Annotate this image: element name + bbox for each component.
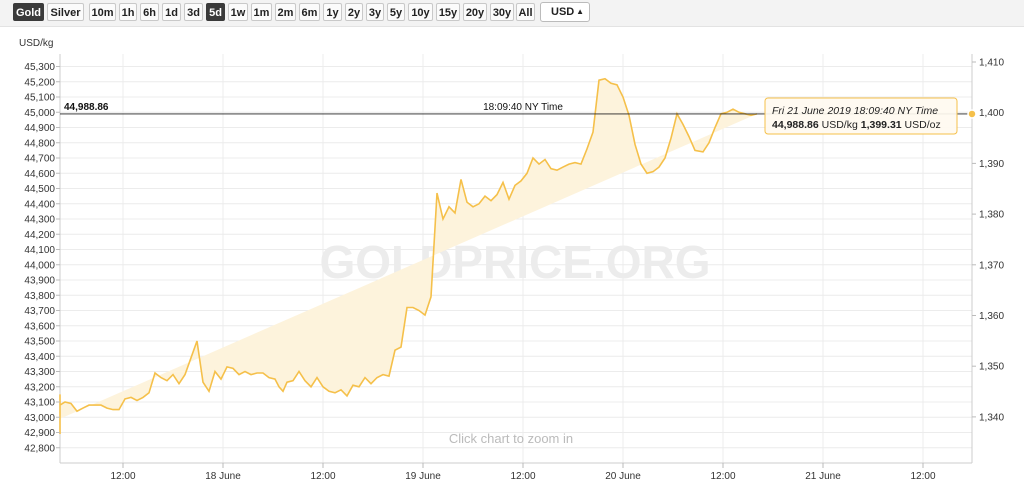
y-axis-right: 1,410 1,400 1,390 1,380 1,370 1,360 1,350 1,340 — [972, 58, 1004, 423]
y-tick-label-left: 43,600 — [24, 321, 55, 332]
tooltip-oz-unit: USD/oz — [905, 119, 941, 131]
y-tick-label-left: 44,500 — [24, 184, 55, 195]
tooltip: Fri 21 June 2019 18:09:40 NY Time 44,988… — [764, 97, 958, 135]
zoom-hint: Click chart to zoom in — [449, 431, 573, 446]
x-tick-label: 12:00 — [110, 471, 135, 482]
tooltip-values: 44,988.86 USD/kg 1,399.31 USD/oz — [772, 119, 941, 131]
gold-price-chart[interactable]: USD/kg GOLDPRICE.ORG 45,30045,20045,1004… — [0, 26, 1024, 503]
y-tick-label-right: 1,380 — [979, 210, 1004, 221]
y-tick-label-left: 43,200 — [24, 382, 55, 393]
tooltip-kg-value: 44,988.86 — [772, 119, 819, 131]
range-1d-button[interactable]: 1d — [162, 3, 181, 21]
x-tick-label: 12:00 — [710, 471, 735, 482]
metal-silver-button[interactable]: Silver — [47, 3, 84, 21]
y-tick-label-right: 1,410 — [979, 58, 1004, 69]
y-tick-label-right: 1,400 — [979, 108, 1004, 119]
y-tick-label-left: 43,500 — [24, 337, 55, 348]
y-tick-label-left: 44,000 — [24, 260, 55, 271]
range-10y-button[interactable]: 10y — [408, 3, 433, 21]
y-tick-label-left: 44,700 — [24, 154, 55, 165]
y-tick-label-right: 1,390 — [979, 159, 1004, 170]
updown-caret-icon: ▲ — [576, 7, 584, 16]
y-tick-label-right: 1,360 — [979, 311, 1004, 322]
y-tick-label-left: 45,200 — [24, 77, 55, 88]
range-30y-button[interactable]: 30y — [490, 3, 514, 21]
range-5d-button[interactable]: 5d — [206, 3, 225, 21]
y-tick-label-left: 44,800 — [24, 138, 55, 149]
y-tick-label-left: 42,900 — [24, 428, 55, 439]
crosshair-time-label: 18:09:40 NY Time — [483, 102, 563, 113]
metal-gold-button[interactable]: Gold — [13, 3, 44, 21]
range-20y-button[interactable]: 20y — [463, 3, 487, 21]
range-15y-button[interactable]: 15y — [436, 3, 460, 21]
range-3y-button[interactable]: 3y — [366, 3, 384, 21]
y-tick-label-right: 1,340 — [979, 412, 1004, 423]
range-1y-button[interactable]: 1y — [323, 3, 342, 21]
y-tick-label-left: 43,800 — [24, 291, 55, 302]
crosshair-value-label: 44,988.86 — [64, 102, 109, 113]
y-tick-label-left: 43,300 — [24, 367, 55, 378]
range-1w-button[interactable]: 1w — [228, 3, 248, 21]
y-tick-label-left: 44,600 — [24, 169, 55, 180]
toolbar: Gold Silver 10m 1h 6h 1d 3d 5d 1w 1m 2m … — [0, 0, 1024, 27]
tooltip-oz-value: 1,399.31 — [861, 119, 902, 131]
y-tick-label-left: 45,300 — [24, 62, 55, 73]
range-2y-button[interactable]: 2y — [345, 3, 363, 21]
range-all-button[interactable]: All — [516, 3, 535, 21]
y-tick-label-right: 1,370 — [979, 260, 1004, 271]
y-tick-label-left: 43,100 — [24, 398, 55, 409]
x-tick-label: 20 June — [605, 471, 641, 482]
hover-point-marker — [967, 109, 977, 119]
y-tick-label-left: 42,800 — [24, 443, 55, 454]
y-tick-label-left: 44,900 — [24, 123, 55, 134]
currency-value: USD — [551, 6, 575, 18]
y-tick-label-left: 43,000 — [24, 413, 55, 424]
x-tick-label: 12:00 — [910, 471, 935, 482]
range-6h-button[interactable]: 6h — [140, 3, 159, 21]
y-tick-label-right: 1,350 — [979, 362, 1004, 373]
y-tick-label-left: 44,400 — [24, 199, 55, 210]
y-tick-label-left: 43,700 — [24, 306, 55, 317]
y-tick-label-left: 45,000 — [24, 108, 55, 119]
range-2m-button[interactable]: 2m — [275, 3, 296, 21]
range-3d-button[interactable]: 3d — [184, 3, 203, 21]
y-tick-label-left: 43,900 — [24, 276, 55, 287]
y-axis-unit-label: USD/kg — [19, 38, 53, 49]
y-tick-label-left: 44,300 — [24, 215, 55, 226]
x-tick-label: 12:00 — [510, 471, 535, 482]
range-1h-button[interactable]: 1h — [119, 3, 137, 21]
y-tick-label-left: 45,100 — [24, 93, 55, 104]
x-axis: 12:00 18 June 12:00 19 June 12:00 20 June 12:0… — [110, 463, 936, 482]
y-tick-label-left: 44,200 — [24, 230, 55, 241]
x-tick-label: 21 June — [805, 471, 841, 482]
tooltip-date: Fri 21 June 2019 18:09:40 NY Time — [772, 105, 938, 117]
range-1m-button[interactable]: 1m — [251, 3, 272, 21]
range-10m-button[interactable]: 10m — [89, 3, 116, 21]
x-tick-label: 19 June — [405, 471, 441, 482]
x-tick-label: 12:00 — [310, 471, 335, 482]
range-5y-button[interactable]: 5y — [387, 3, 405, 21]
x-tick-label: 18 June — [205, 471, 241, 482]
y-tick-label-left: 43,400 — [24, 352, 55, 363]
range-6m-button[interactable]: 6m — [299, 3, 320, 21]
currency-select[interactable]: USD ▲ — [540, 2, 590, 22]
y-tick-label-left: 44,100 — [24, 245, 55, 256]
tooltip-kg-unit: USD/kg — [822, 119, 858, 131]
y-axis-left: 45,300 45,200 45,100 45,000 44,900 44,800 44,7… — [24, 62, 60, 454]
